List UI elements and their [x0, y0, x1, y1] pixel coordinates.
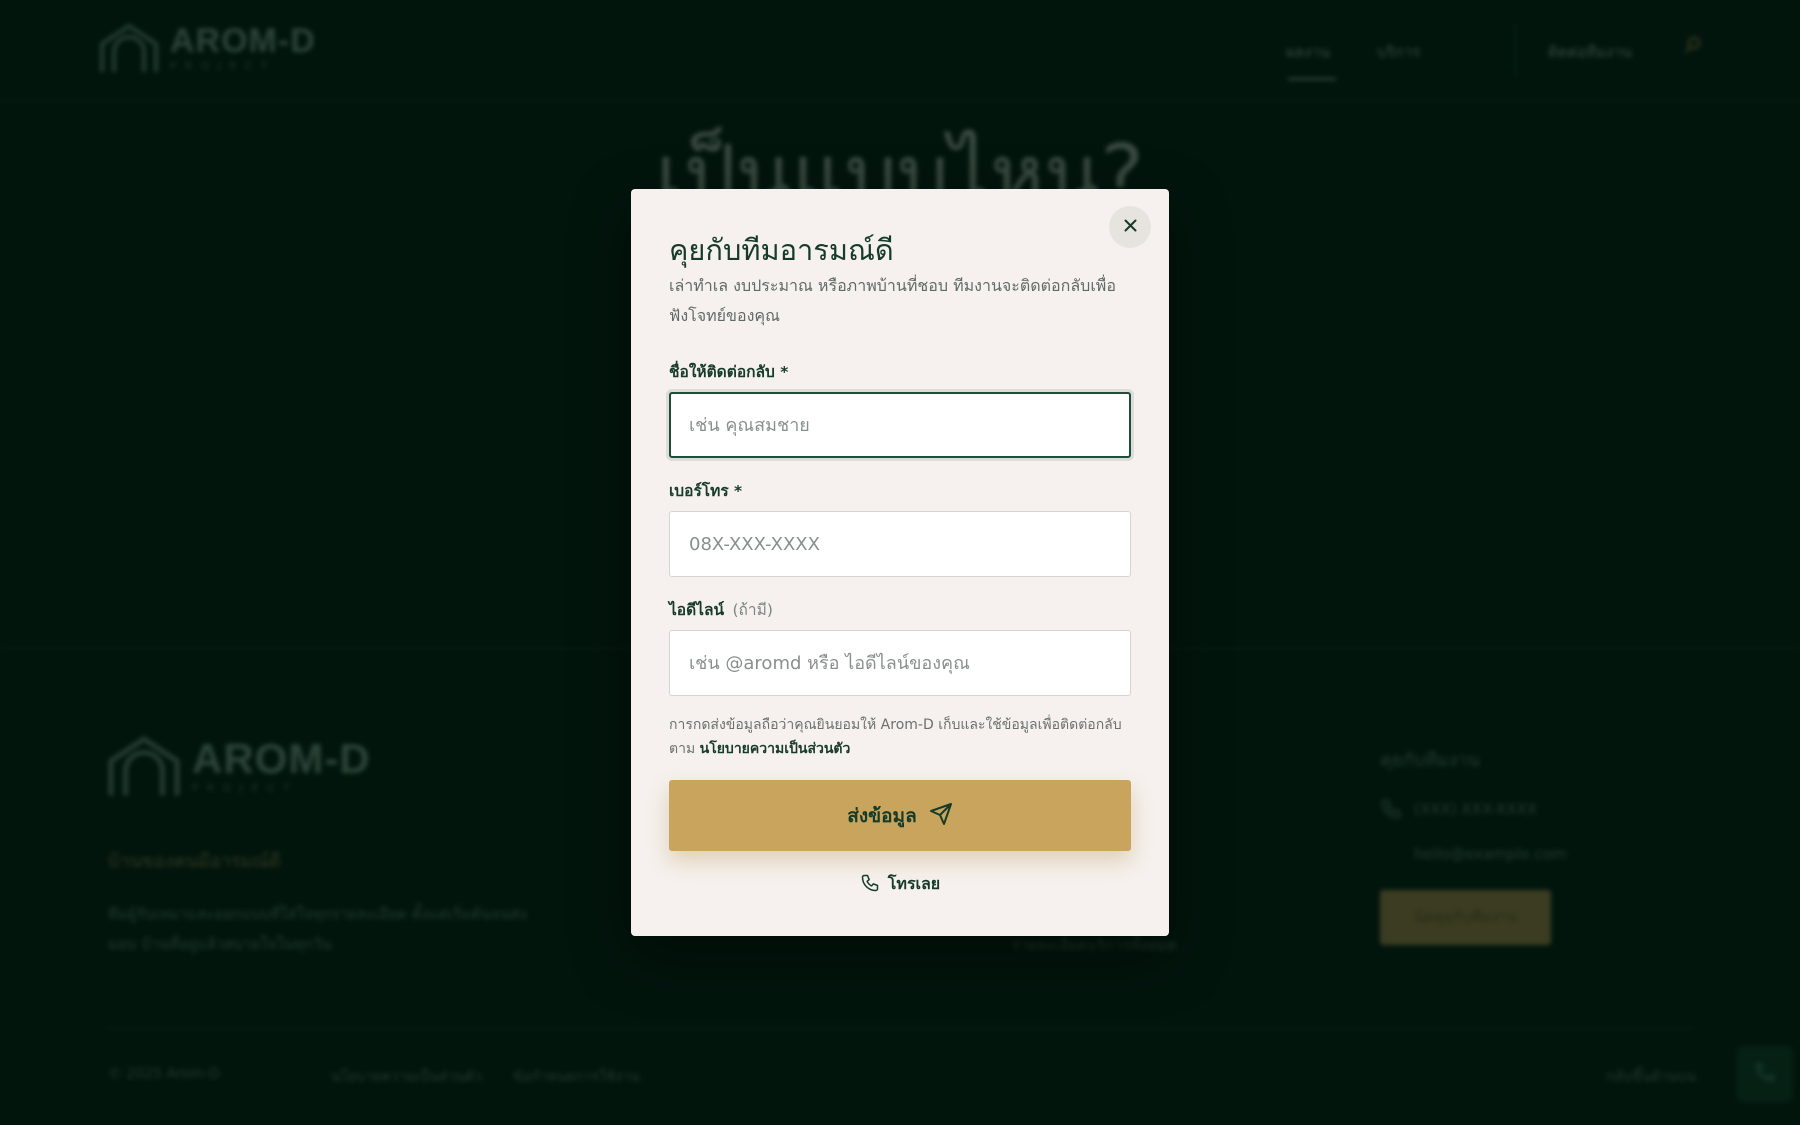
call-now-label: โทรเลย	[887, 874, 941, 893]
phone-icon	[860, 873, 880, 897]
line-id-input[interactable]	[669, 630, 1131, 696]
submit-button-label: ส่งข้อมูล	[847, 804, 917, 827]
close-icon	[1124, 219, 1137, 235]
send-icon	[929, 802, 953, 830]
line-label-text: ไอดีไลน์	[669, 601, 725, 619]
phone-field-label: เบอร์โทร *	[669, 482, 743, 500]
modal-title: คุยกับทีมอารมณ์ดี	[669, 233, 894, 267]
line-optional-hint: (ถ้ามี)	[732, 601, 773, 619]
contact-modal: คุยกับทีมอารมณ์ดี เล่าทำเล งบประมาณ หรือ…	[631, 189, 1169, 936]
submit-button[interactable]: ส่งข้อมูล	[669, 780, 1131, 851]
close-button[interactable]	[1109, 206, 1151, 248]
modal-description: เล่าทำเล งบประมาณ หรือภาพบ้านที่ชอบ ทีมง…	[669, 276, 1116, 325]
name-input[interactable]	[669, 392, 1131, 458]
phone-input[interactable]	[669, 511, 1131, 577]
consent-notice: การกดส่งข้อมูลถือว่าคุณยินยอมให้ Arom-D …	[669, 713, 1131, 761]
call-now-link[interactable]: โทรเลย	[631, 872, 1169, 897]
privacy-policy-link[interactable]: นโยบายความเป็นส่วนตัว	[700, 741, 851, 757]
name-field-label: ชื่อให้ติดต่อกลับ *	[669, 363, 789, 381]
line-field-label: ไอดีไลน์ (ถ้ามี)	[669, 597, 773, 622]
